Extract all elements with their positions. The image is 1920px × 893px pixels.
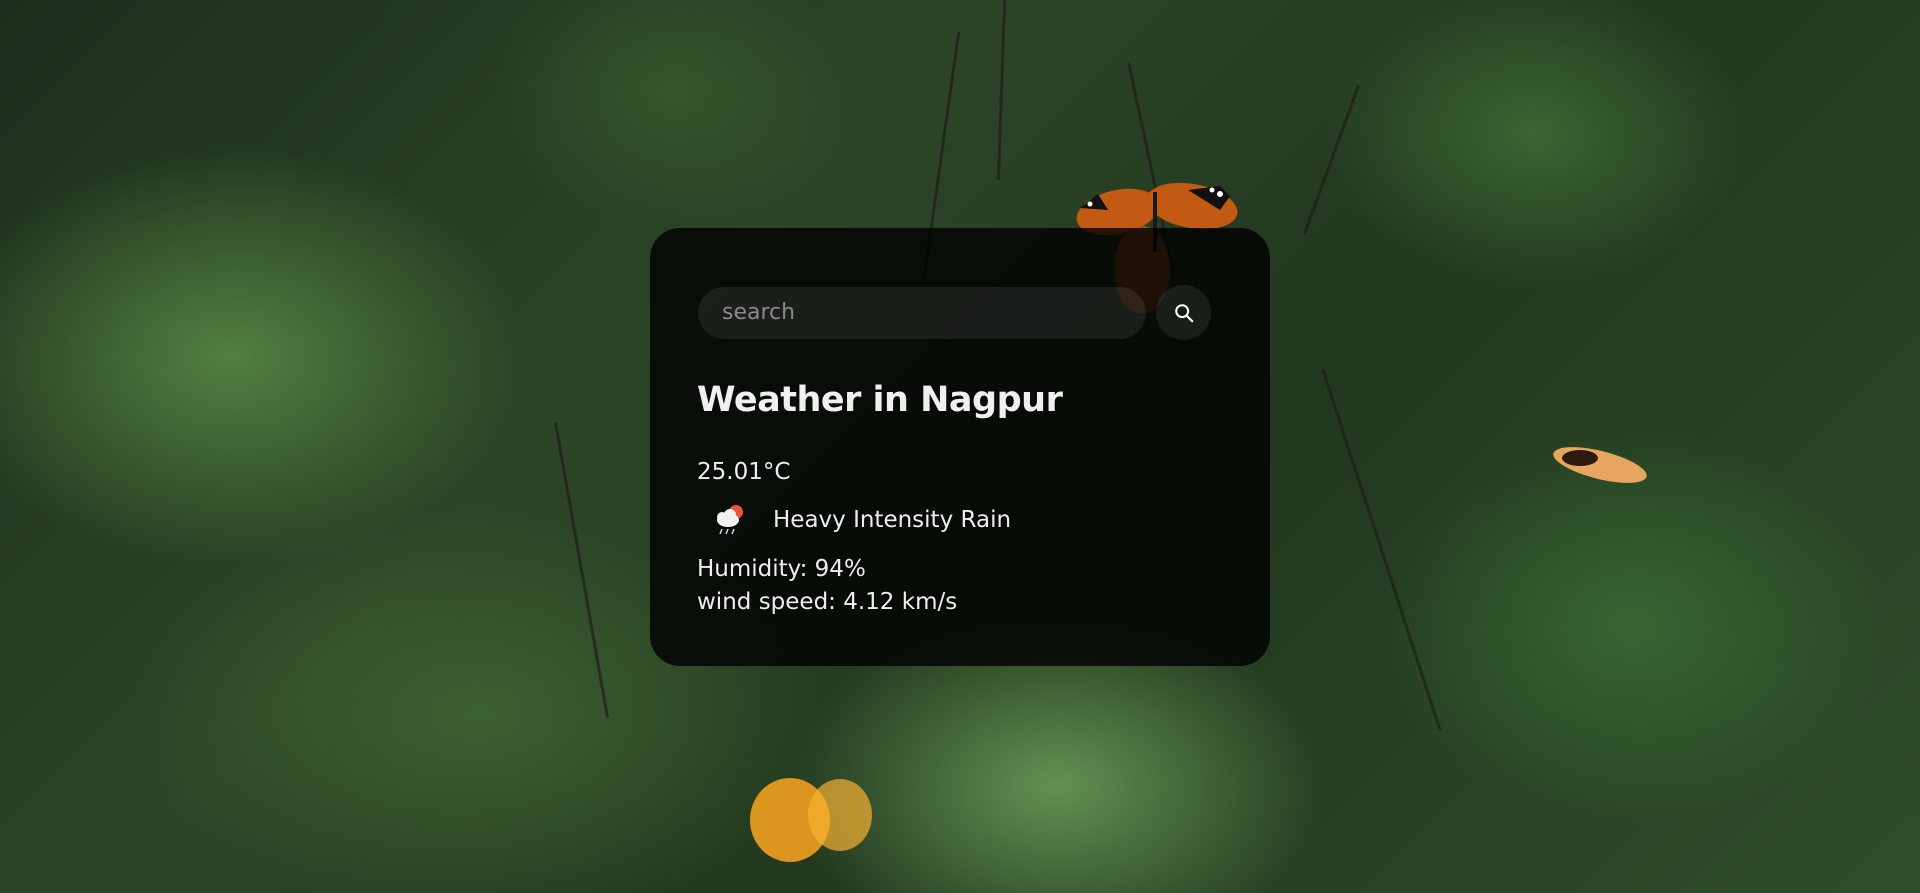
plant-stem bbox=[996, 0, 1007, 180]
rain-cloud-sun-icon bbox=[717, 505, 743, 535]
search-icon bbox=[1174, 303, 1193, 322]
butterfly-image bbox=[1553, 447, 1647, 483]
humidity: Humidity: 94% bbox=[697, 556, 866, 582]
plant-stem bbox=[1321, 368, 1442, 732]
search-button[interactable] bbox=[1156, 285, 1211, 340]
city-title: Weather in Nagpur bbox=[697, 380, 1063, 420]
temperature: 25.01°C bbox=[697, 459, 791, 485]
wind-speed: wind speed: 4.12 km/s bbox=[697, 589, 958, 615]
weather-description: Heavy Intensity Rain bbox=[773, 507, 1012, 533]
plant-stem bbox=[553, 422, 610, 718]
weather-card: Weather in Nagpur 25.01°C Heavy Intensit… bbox=[650, 228, 1270, 666]
search-bar bbox=[698, 285, 1211, 340]
weather-condition: Heavy Intensity Rain bbox=[710, 500, 1011, 540]
search-input[interactable] bbox=[698, 286, 1146, 339]
plant-stem bbox=[1302, 84, 1361, 236]
butterfly-image bbox=[750, 778, 872, 862]
